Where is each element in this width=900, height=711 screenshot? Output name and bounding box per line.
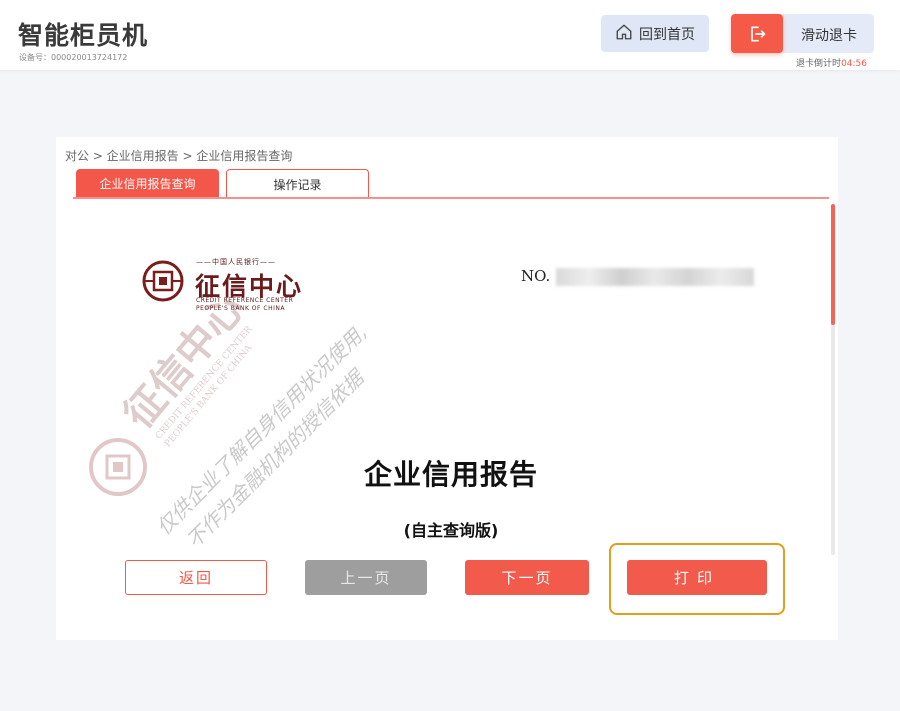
countdown-label: 退卡倒计时 — [796, 59, 842, 69]
breadcrumb: 对公 > 企业信用报告 > 企业信用报告查询 — [65, 149, 293, 163]
tab-operation-records[interactable]: 操作记录 — [226, 169, 369, 198]
device-id: 设备号：000020013724172 — [19, 53, 128, 62]
scrollbar-thumb[interactable] — [831, 204, 835, 325]
home-button[interactable]: 回到首页 — [601, 15, 709, 52]
report-viewer[interactable]: 征信中心 CREDIT REFERENCE CENTER PEOPLE'S BA… — [73, 201, 829, 555]
next-page-button[interactable]: 下一页 — [465, 560, 589, 595]
app-title: 智能柜员机 — [18, 21, 149, 50]
tab-underline — [73, 197, 829, 199]
logo-caption: ——中国人民银行—— — [196, 258, 276, 266]
home-button-label: 回到首页 — [639, 26, 695, 43]
home-icon — [615, 23, 633, 45]
main-card: 对公 > 企业信用报告 > 企业信用报告查询 企业信用报告查询 操作记录 征信中… — [56, 137, 838, 640]
scrollbar[interactable] — [831, 204, 835, 555]
tab-credit-report-query[interactable]: 企业信用报告查询 — [76, 169, 219, 198]
pbc-emblem-icon — [142, 260, 184, 302]
watermark: 征信中心 CREDIT REFERENCE CENTER PEOPLE'S BA… — [89, 285, 371, 553]
countdown: 退卡倒计时04:56 — [796, 56, 867, 69]
svg-text:PEOPLE'S BANK OF CHINA: PEOPLE'S BANK OF CHINA — [163, 343, 254, 449]
logo-english-line-1: CREDIT REFERENCE CENTER — [196, 297, 294, 304]
exit-icon — [731, 14, 783, 53]
previous-page-button[interactable]: 上一页 — [305, 560, 427, 595]
top-bar: 智能柜员机 设备号：000020013724172 回到首页 滑动退卡 退卡倒计… — [0, 0, 900, 70]
print-button[interactable]: 打印 — [627, 560, 767, 595]
report-number-label: NO. — [521, 267, 551, 285]
report-number-redacted — [556, 268, 754, 286]
back-button[interactable]: 返回 — [125, 560, 267, 595]
report-title: 企业信用报告 — [363, 458, 538, 491]
watermark-line-1: 仅供企业了解自身信用状况使用, — [152, 320, 371, 539]
report-subtitle: (自主查询版) — [403, 521, 499, 540]
countdown-time: 04:56 — [841, 59, 867, 69]
logo-english-line-2: PEOPLE'S BANK OF CHINA — [196, 305, 285, 312]
exit-card-button[interactable]: 滑动退卡 — [731, 14, 874, 53]
exit-card-label: 滑动退卡 — [801, 28, 857, 44]
svg-text:CREDIT REFERENCE CENTER: CREDIT REFERENCE CENTER — [154, 324, 255, 441]
